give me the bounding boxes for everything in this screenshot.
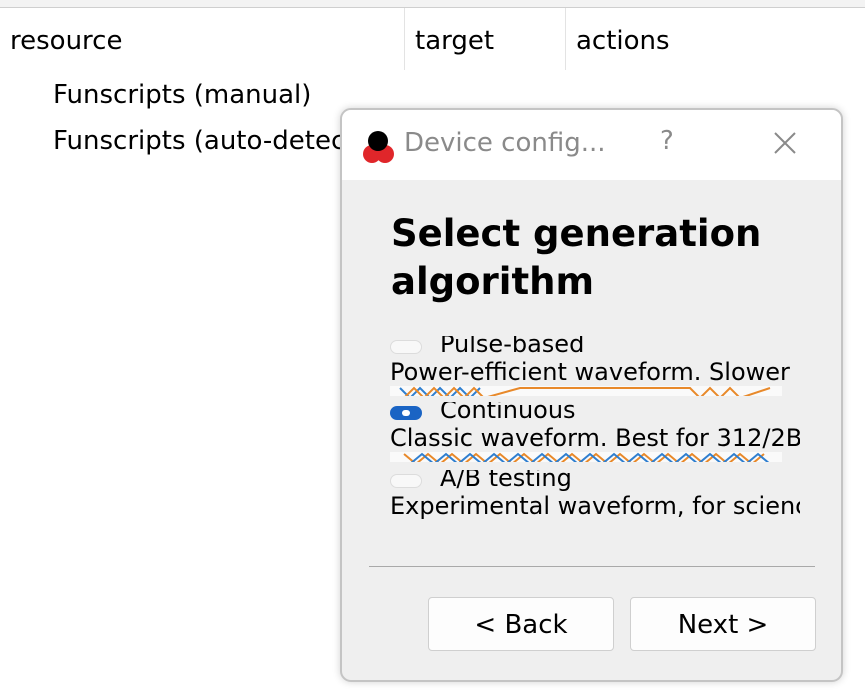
option-name: A/B testing bbox=[440, 470, 572, 492]
footer-divider bbox=[369, 566, 815, 567]
dialog-titlebar[interactable]: Device config... ? bbox=[342, 110, 841, 180]
column-header-target[interactable]: target bbox=[405, 8, 566, 70]
app-logo-icon bbox=[363, 131, 394, 163]
radio-pulse-based[interactable] bbox=[390, 340, 422, 354]
waveform-preview-continuous bbox=[390, 452, 782, 462]
column-header-resource[interactable]: resource bbox=[0, 8, 405, 70]
waveform-preview-pulse bbox=[390, 386, 782, 396]
option-ab-testing[interactable]: A/B testing Experimental waveform, for s… bbox=[390, 470, 800, 522]
device-config-dialog: Device config... ? Select generation alg… bbox=[340, 108, 843, 682]
option-pulse-based[interactable]: Pulse-based Power-efficient waveform. Sl… bbox=[390, 336, 800, 396]
option-description: Power-efficient waveform. Slower bbox=[390, 358, 790, 386]
page-heading: Select generation algorithm bbox=[391, 212, 762, 303]
column-header-actions[interactable]: actions bbox=[566, 8, 865, 70]
dialog-title: Device config... bbox=[404, 128, 606, 158]
next-button[interactable]: Next > bbox=[630, 597, 816, 651]
algorithm-options: Pulse-based Power-efficient waveform. Sl… bbox=[390, 336, 800, 522]
option-description: Experimental waveform, for scienc bbox=[390, 492, 800, 520]
option-name: Pulse-based bbox=[440, 336, 585, 358]
window-top-border bbox=[0, 0, 865, 8]
help-button[interactable]: ? bbox=[660, 126, 674, 156]
close-icon[interactable] bbox=[770, 128, 800, 158]
radio-continuous[interactable] bbox=[390, 406, 422, 420]
option-description: Classic waveform. Best for 312/2B bbox=[390, 424, 800, 452]
back-button[interactable]: < Back bbox=[428, 597, 614, 651]
radio-ab-testing[interactable] bbox=[390, 474, 422, 488]
tree-item-funscripts-manual[interactable]: Funscripts (manual) bbox=[53, 80, 311, 110]
option-name: Continuous bbox=[440, 402, 576, 424]
option-continuous[interactable]: Continuous Classic waveform. Best for 31… bbox=[390, 402, 800, 462]
